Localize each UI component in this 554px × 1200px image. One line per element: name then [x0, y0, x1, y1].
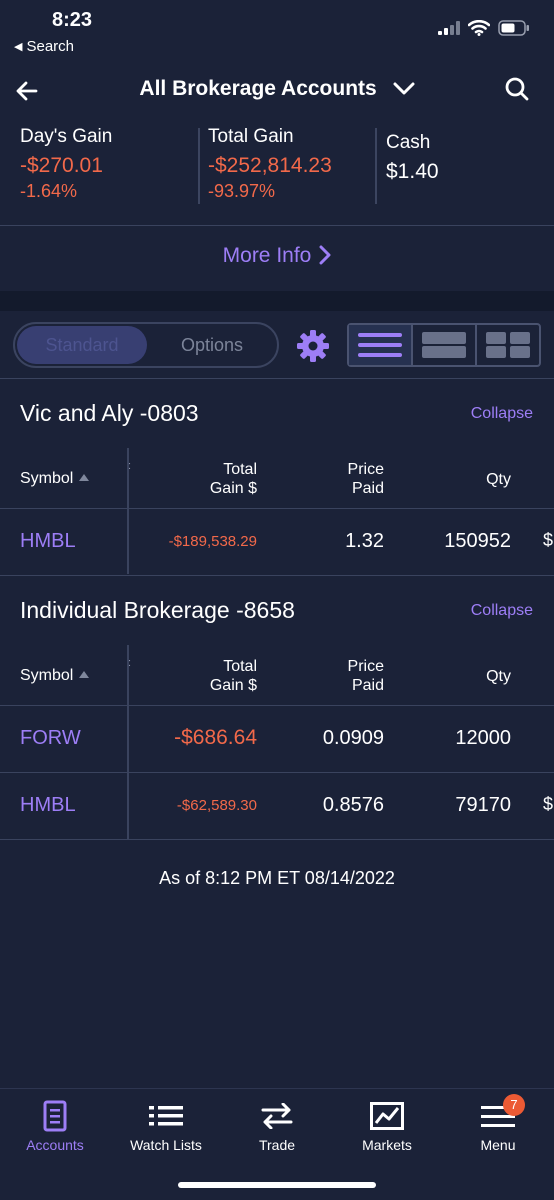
tab-watch-lists[interactable]: Watch Lists: [111, 1099, 221, 1153]
account-title: Individual Brokerage -8658: [20, 597, 295, 623]
sort-ascending-icon: [79, 671, 90, 678]
search-icon[interactable]: [504, 76, 530, 102]
section-gap: [0, 291, 554, 311]
options-tab[interactable]: Options: [147, 326, 277, 364]
chevron-down-icon: [393, 82, 415, 95]
status-bar: 8:23 ◀ Search: [0, 0, 554, 62]
qty-column-header[interactable]: Qty: [486, 667, 511, 686]
collapse-link[interactable]: Collapse: [471, 602, 533, 620]
back-app-label: Search: [26, 38, 74, 55]
cash-label: Cash: [386, 132, 431, 153]
symbol-cell[interactable]: HMBL: [20, 794, 76, 817]
notification-badge: 7: [503, 1094, 525, 1116]
signal-icon: [438, 21, 460, 35]
total-gain-cell: -$62,589.30: [176, 797, 257, 814]
total-gain-column-header[interactable]: Total Gain $: [210, 460, 257, 498]
tab-trade[interactable]: Trade: [222, 1099, 332, 1153]
positions-toolbar: Standard Options: [0, 322, 554, 368]
card-view-button[interactable]: [411, 325, 475, 365]
summary-divider: [198, 128, 200, 204]
as-of-timestamp: As of 8:12 PM ET 08/14/2022: [159, 868, 395, 888]
column-header-row: Symbol : Total Gain $ Price Paid Qty: [0, 448, 554, 508]
days-gain-percent: -1.64%: [20, 181, 78, 201]
nav-header: All Brokerage Accounts: [0, 70, 554, 110]
more-info-label: More Info: [222, 244, 312, 267]
list-icon: [149, 1106, 183, 1126]
sort-ascending-icon: [79, 474, 90, 481]
back-to-app-link[interactable]: ◀ Search: [14, 38, 74, 55]
account-selector[interactable]: All Brokerage Accounts: [0, 77, 554, 101]
tab-markets[interactable]: Markets: [332, 1099, 442, 1153]
view-mode-switcher: [347, 323, 541, 367]
price-paid-column-header[interactable]: Price Paid: [348, 657, 384, 695]
collapse-link[interactable]: Collapse: [471, 405, 533, 423]
list-view-icon: [358, 333, 402, 357]
tab-label: Trade: [258, 1137, 296, 1153]
total-gain-cell: -$686.64: [174, 726, 257, 749]
divider: [0, 575, 554, 576]
battery-icon: [498, 20, 529, 36]
column-header-row: Symbol : Total Gain $ Price Paid Qty: [0, 645, 554, 705]
divider: [0, 378, 554, 379]
tab-menu[interactable]: 7 Menu: [443, 1094, 553, 1153]
wifi-icon: [468, 20, 490, 36]
table-row[interactable]: HMBL -$189,538.29 1.32 150952 $: [0, 508, 554, 575]
price-paid-column-header[interactable]: Price Paid: [348, 460, 384, 498]
grid-view-button[interactable]: [475, 325, 539, 365]
table-row[interactable]: HMBL -$62,589.30 0.8576 79170 $: [0, 772, 554, 839]
standard-tab[interactable]: Standard: [17, 326, 147, 364]
price-paid-cell: 1.32: [345, 530, 384, 552]
total-gain-label: Total Gain: [208, 126, 294, 147]
qty-cell: 150952: [444, 530, 511, 552]
symbol-cell[interactable]: FORW: [20, 727, 81, 750]
truncated-column-cell: $: [543, 794, 554, 814]
divider: [0, 839, 554, 840]
swap-arrows-icon: [261, 1103, 293, 1129]
list-view-button[interactable]: [349, 325, 411, 365]
total-gain-percent: -93.97%: [208, 181, 276, 201]
back-triangle-icon: ◀: [14, 41, 23, 53]
status-icons: [438, 20, 530, 36]
card-view-icon: [422, 332, 466, 358]
days-gain-block: Day's Gain -$270.01 -1.64%: [20, 126, 112, 202]
grid-view-icon: [486, 332, 530, 358]
page-title: All Brokerage Accounts: [139, 77, 377, 100]
truncated-column-cell: $: [543, 530, 554, 550]
standard-options-toggle: Standard Options: [13, 322, 279, 368]
total-gain-cell: -$189,538.29: [168, 533, 257, 550]
divider: [0, 225, 554, 226]
symbol-column-header[interactable]: Symbol: [20, 667, 90, 685]
total-gain-block: Total Gain -$252,814.23 -93.97%: [208, 126, 332, 202]
summary-divider: [375, 128, 377, 204]
table-row[interactable]: FORW -$686.64 0.0909 12000: [0, 705, 554, 772]
days-gain-label: Day's Gain: [20, 126, 113, 147]
tab-label: Markets: [362, 1137, 412, 1153]
symbol-cell[interactable]: HMBL: [20, 530, 76, 553]
status-time: 8:23: [52, 9, 93, 31]
price-paid-cell: 0.0909: [322, 727, 384, 749]
price-paid-cell: 0.8576: [322, 794, 384, 816]
tab-accounts[interactable]: Accounts: [0, 1099, 110, 1153]
chevron-right-icon: [319, 245, 331, 265]
tab-label: Accounts: [26, 1137, 84, 1153]
qty-cell: 12000: [455, 727, 511, 749]
document-icon: [43, 1100, 67, 1132]
qty-cell: 79170: [455, 794, 511, 816]
account-title: Vic and Aly -0803: [20, 400, 199, 426]
more-info-link[interactable]: More Info: [0, 244, 554, 268]
qty-column-header[interactable]: Qty: [486, 470, 511, 489]
total-gain-value: -$252,814.23: [208, 154, 332, 177]
symbol-column-header[interactable]: Symbol: [20, 470, 90, 488]
tab-label: Menu: [480, 1137, 516, 1153]
gear-icon[interactable]: [296, 329, 330, 363]
total-gain-column-header[interactable]: Total Gain $: [210, 657, 257, 695]
home-indicator: [178, 1182, 376, 1188]
days-gain-value: -$270.01: [20, 154, 103, 177]
chart-icon: [370, 1102, 404, 1130]
account-summary: Day's Gain -$270.01 -1.64% Total Gain -$…: [0, 126, 554, 208]
tab-label: Watch Lists: [130, 1137, 202, 1153]
cash-value: $1.40: [386, 160, 439, 183]
cash-block: Cash $1.40: [386, 132, 439, 184]
